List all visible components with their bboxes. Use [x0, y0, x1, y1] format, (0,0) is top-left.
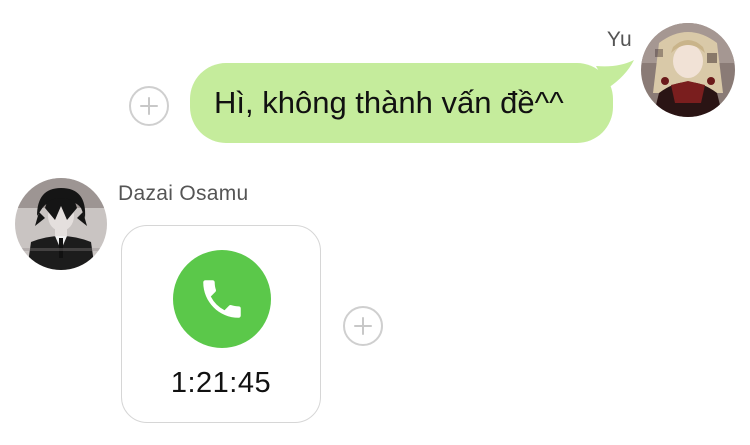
call-message-card[interactable]: 1:21:45 — [121, 225, 321, 423]
sender-name-yu: Yu — [606, 28, 632, 51]
outgoing-message-bubble[interactable]: Hì, không thành vấn đề^^ — [190, 63, 613, 143]
avatar-dazai-osamu[interactable] — [15, 178, 107, 270]
avatar-yu[interactable] — [641, 23, 735, 117]
add-reaction-button[interactable] — [343, 306, 383, 346]
chat-thread: Yu Hì, không thành vấn đề^^ Dazai Osamu … — [0, 0, 750, 445]
call-duration: 1:21:45 — [170, 367, 272, 399]
sender-name-dazai-osamu: Dazai Osamu — [118, 182, 249, 205]
phone-icon[interactable] — [173, 250, 271, 348]
outgoing-message-text: Hì, không thành vấn đề^^ — [214, 85, 564, 120]
add-reaction-button[interactable] — [129, 86, 169, 126]
